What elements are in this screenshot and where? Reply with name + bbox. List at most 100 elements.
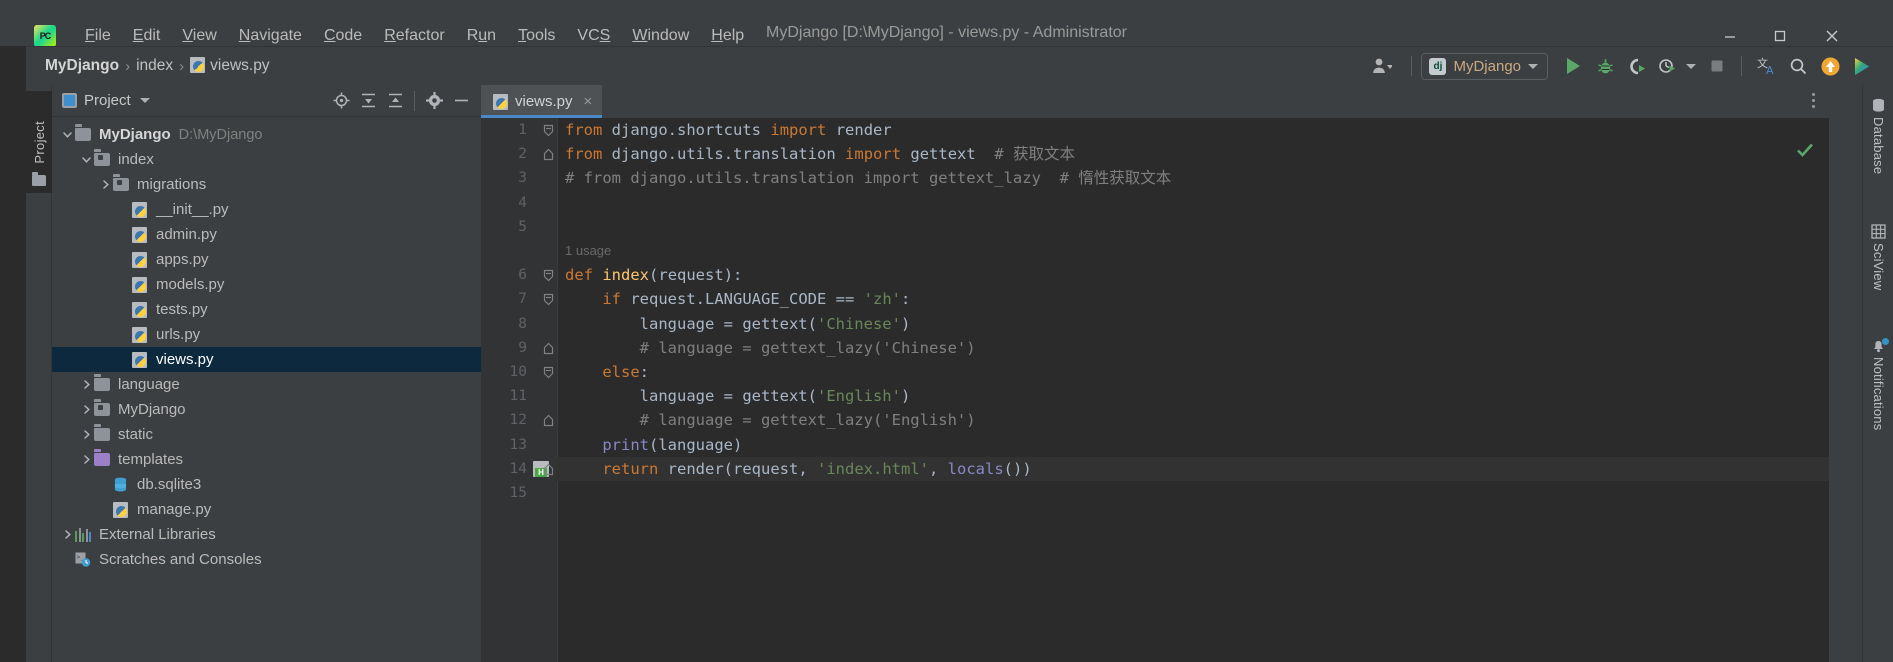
tree-node-label: admin.py [156, 226, 217, 243]
code-fold-icon[interactable] [543, 268, 554, 282]
breadcrumb-item-file[interactable]: views.py [187, 56, 272, 76]
chevron-down-icon[interactable] [139, 98, 150, 103]
run-icon[interactable] [1558, 52, 1588, 80]
tree-node[interactable]: tests.py [52, 297, 481, 322]
breadcrumb-item-index[interactable]: index [133, 56, 176, 76]
tree-node-selected[interactable]: views.py [52, 347, 481, 372]
tree-node[interactable]: External Libraries [52, 522, 481, 547]
chevron-right-icon[interactable] [60, 527, 75, 542]
python-file-icon [132, 201, 147, 218]
profile-clock-icon[interactable] [1654, 52, 1680, 80]
usage-hint[interactable]: 1 usage [565, 239, 611, 263]
python-file-icon [132, 251, 147, 268]
tree-node[interactable]: language [52, 372, 481, 397]
chevron-down-icon[interactable] [60, 127, 75, 142]
tree-node[interactable]: migrations [52, 172, 481, 197]
folder-templates-icon [94, 453, 110, 466]
collapse-all-icon[interactable] [383, 89, 407, 113]
menu-edit[interactable]: Edit [122, 25, 172, 47]
code-text: print(language) [602, 435, 743, 454]
project-tree[interactable]: MyDjango D:\MyDjango index migrations __init… [52, 117, 481, 662]
sidebar-item-database[interactable]: Database [1863, 85, 1893, 203]
breadcrumb-item-project[interactable]: MyDjango [42, 56, 122, 76]
code-fold-icon[interactable] [543, 413, 554, 427]
python-file-icon [132, 276, 147, 293]
sidebar-item-project[interactable]: Project [26, 91, 52, 193]
code-fold-icon[interactable] [543, 341, 554, 354]
folder-icon [32, 172, 46, 186]
menu-code[interactable]: Code [313, 25, 373, 47]
code-fold-icon[interactable] [543, 462, 554, 475]
run-configuration-selector[interactable]: dj MyDjango [1421, 52, 1548, 80]
code-content[interactable]: 1 from django.shortcuts import render 2 fro… [481, 118, 1829, 662]
menu-file[interactable]: FFileile [74, 25, 122, 47]
profile-dropdown-icon[interactable] [1682, 52, 1700, 80]
settings-gear-icon[interactable] [422, 89, 446, 113]
hide-panel-icon[interactable] [449, 89, 473, 113]
chevron-right-icon[interactable] [79, 427, 94, 442]
tree-node-label: tests.py [156, 301, 208, 318]
folder-icon [94, 378, 110, 391]
menu-tools[interactable]: Tools [507, 25, 566, 47]
code-fold-icon[interactable] [543, 147, 554, 161]
update-project-icon[interactable] [1815, 52, 1845, 80]
line-number: 6 [518, 267, 527, 284]
pycharm-logo-icon: PC [34, 25, 56, 47]
sidebar-item-sciview[interactable]: SciView [1863, 211, 1893, 317]
menu-vcs[interactable]: VCS [566, 25, 621, 47]
tree-node-label: Scratches and Consoles [99, 551, 262, 568]
inspection-status-ok-icon[interactable] [1795, 140, 1815, 160]
tree-node[interactable]: >_ Scratches and Consoles [52, 547, 481, 572]
expand-all-icon[interactable] [356, 89, 380, 113]
navigation-bar: MyDjango › index › views.py dj MyDjango [26, 46, 1893, 85]
tree-node[interactable]: admin.py [52, 222, 481, 247]
chevron-right-icon[interactable] [98, 177, 113, 192]
menu-window[interactable]: Window [621, 25, 700, 47]
datalore-icon[interactable] [1847, 52, 1877, 80]
translate-icon[interactable]: 文 A [1751, 52, 1781, 80]
chevron-right-icon[interactable] [79, 452, 94, 467]
menu-run[interactable]: Run [456, 25, 507, 47]
run-with-coverage-icon[interactable] [1622, 52, 1652, 80]
tree-node[interactable]: MyDjango [52, 397, 481, 422]
tree-node-label: MyDjango [99, 126, 171, 143]
tree-node[interactable]: db.sqlite3 [52, 472, 481, 497]
tree-node[interactable]: urls.py [52, 322, 481, 347]
tree-node[interactable]: manage.py [52, 497, 481, 522]
tree-node[interactable]: templates [52, 447, 481, 472]
search-icon[interactable] [1783, 52, 1813, 80]
close-icon[interactable]: × [584, 93, 593, 110]
tree-node[interactable]: models.py [52, 272, 481, 297]
sidebar-item-notifications[interactable]: Notifications [1863, 325, 1893, 465]
debug-bug-icon[interactable] [1590, 52, 1620, 80]
tree-node-label: __init__.py [156, 201, 229, 218]
menu-view[interactable]: View [171, 25, 227, 47]
code-fold-icon[interactable] [543, 292, 554, 306]
tree-node-label: urls.py [156, 326, 201, 343]
code-editor[interactable]: 1 from django.shortcuts import render 2 fro… [481, 118, 1829, 662]
tree-node[interactable]: __init__.py [52, 197, 481, 222]
tree-node[interactable]: index [52, 147, 481, 172]
user-account-icon[interactable] [1362, 52, 1402, 80]
left-strip-project-label: Project [31, 120, 47, 164]
database-icon [1871, 98, 1886, 113]
code-text: return render(request, 'index.html', loc… [602, 459, 1032, 478]
tree-node[interactable]: apps.py [52, 247, 481, 272]
tab-views-py[interactable]: views.py × [481, 85, 603, 118]
chevron-right-icon[interactable] [79, 377, 94, 392]
menu-refactor[interactable]: Refactor [373, 25, 455, 47]
chevron-down-icon[interactable] [79, 152, 94, 167]
code-fold-icon[interactable] [543, 123, 554, 137]
code-fold-icon[interactable] [543, 365, 554, 379]
menu-help[interactable]: Help [700, 25, 755, 47]
toolbar-separator [1411, 56, 1413, 76]
locate-icon[interactable] [329, 89, 353, 113]
stop-icon[interactable] [1702, 52, 1732, 80]
tree-node[interactable]: MyDjango D:\MyDjango [52, 122, 481, 147]
menu-navigate[interactable]: Navigate [228, 25, 313, 47]
tree-node[interactable]: static [52, 422, 481, 447]
chevron-right-icon[interactable] [79, 402, 94, 417]
svg-text:A: A [1766, 64, 1774, 77]
tree-node-label: static [118, 426, 154, 443]
more-options-icon[interactable] [1812, 93, 1815, 108]
